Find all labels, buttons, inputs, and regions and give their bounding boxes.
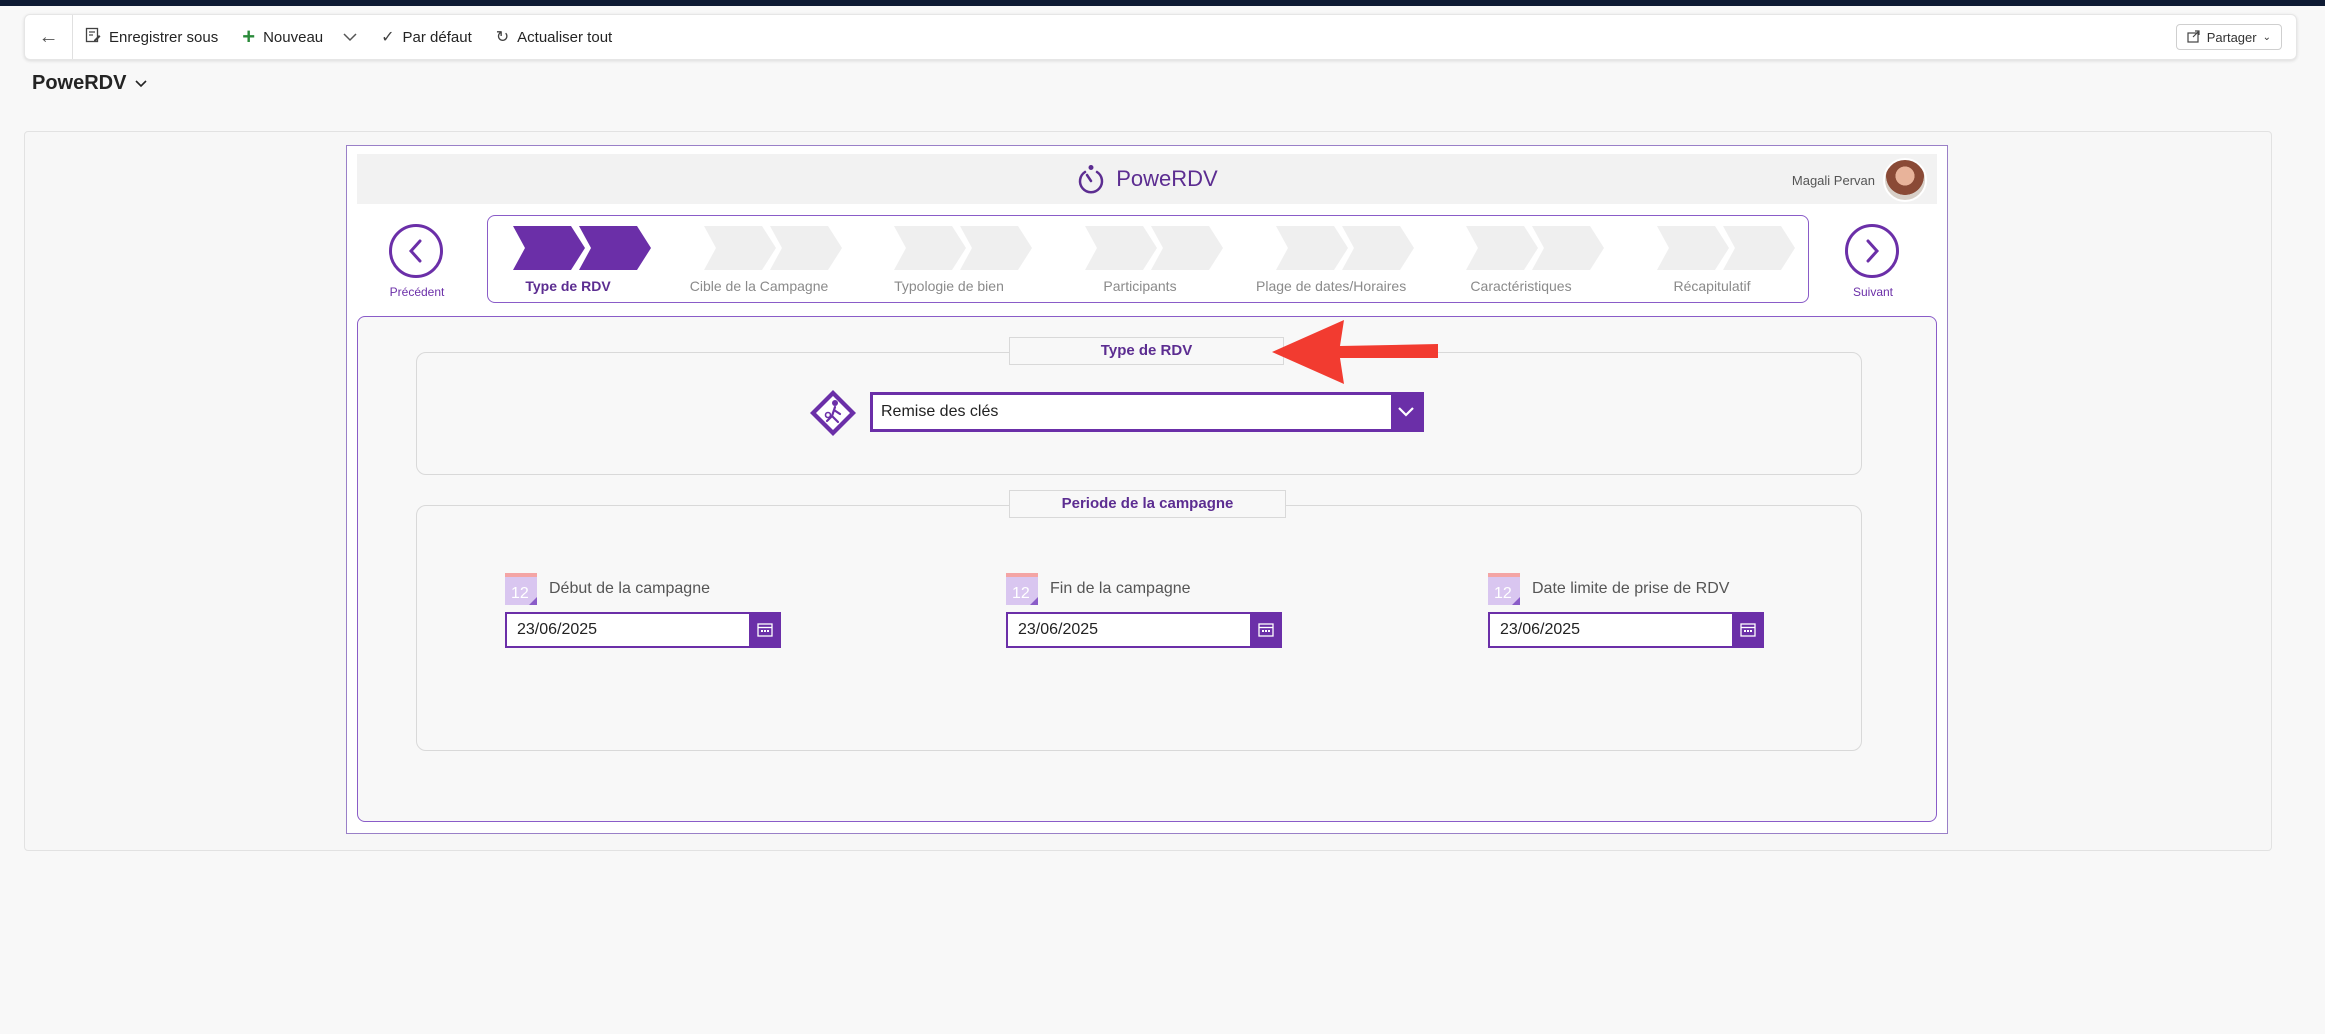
step-chevrons-icon — [1466, 226, 1604, 270]
end-date-label: Fin de la campagne — [1050, 580, 1191, 597]
step-label: Participants — [1103, 278, 1177, 294]
stopwatch-icon — [1079, 165, 1104, 194]
date-picker-button[interactable] — [749, 612, 781, 648]
type-section-title: Type de RDV — [1009, 337, 1284, 365]
app-name: PoweRDV — [32, 72, 127, 94]
step-chevrons-icon — [1657, 226, 1795, 270]
brand: PoweRDV — [1076, 164, 1218, 194]
avatar — [1883, 158, 1927, 202]
start-date-label: Début de la campagne — [549, 580, 710, 597]
start-date-input[interactable]: 23/06/2025 — [505, 612, 781, 648]
step-cible[interactable]: Cible de la Campagne — [684, 216, 842, 304]
step-caracteristiques[interactable]: Caractéristiques — [1446, 216, 1604, 304]
period-section-title: Periode de la campagne — [1009, 490, 1286, 518]
user-name: Magali Pervan — [1791, 172, 1875, 188]
share-button[interactable]: Partager ⌄ — [2175, 24, 2282, 50]
refresh-all-button[interactable]: ↻ Actualiser tout — [484, 15, 624, 59]
chevron-down-icon — [134, 76, 148, 92]
chevron-down-icon[interactable] — [1391, 395, 1421, 429]
annotation-arrow-icon — [1272, 320, 1438, 384]
next-label: Suivant — [1852, 285, 1894, 299]
calendar-glyph: 12 — [511, 585, 529, 602]
step-plage-dates[interactable]: Plage de dates/Horaires — [1256, 216, 1414, 304]
app-name-switcher[interactable]: PoweRDV — [32, 72, 148, 95]
step-chevrons-icon — [1085, 226, 1223, 270]
new-button[interactable]: + Nouveau — [230, 15, 369, 59]
step-typologie[interactable]: Typologie de bien — [874, 216, 1032, 304]
deadline-input[interactable]: 23/06/2025 — [1488, 612, 1764, 648]
date-picker-button[interactable] — [1732, 612, 1764, 648]
back-button[interactable]: ← — [25, 15, 73, 59]
end-date-label-row: 12 Fin de la campagne — [1006, 573, 1191, 605]
start-date-value: 23/06/2025 — [517, 621, 598, 638]
chevron-down-icon[interactable] — [343, 30, 357, 45]
step-label: Récapitulatif — [1673, 278, 1751, 294]
deadline-label-row: 12 Date limite de prise de RDV — [1488, 573, 1729, 605]
deadline-label: Date limite de prise de RDV — [1532, 580, 1730, 597]
step-chevrons-icon — [704, 226, 842, 270]
share-chevron-icon: ⌄ — [2262, 31, 2271, 43]
calendar-glyph: 12 — [1494, 585, 1512, 602]
brand-name: PoweRDV — [1116, 166, 1218, 191]
chevron-right-icon — [1866, 239, 1880, 263]
rdv-type-dropdown[interactable]: Remise des clés — [870, 392, 1424, 432]
chevron-left-icon — [408, 239, 422, 263]
user-info: Magali Pervan — [1792, 158, 1927, 202]
step-chevrons-icon — [1276, 226, 1414, 270]
next-button[interactable] — [1845, 224, 1899, 278]
top-header-strip — [0, 0, 2325, 6]
end-date-value: 23/06/2025 — [1018, 621, 1099, 638]
share-label: Partager — [2206, 29, 2257, 45]
new-label: Nouveau — [263, 28, 324, 46]
save-as-icon — [85, 27, 101, 48]
refresh-icon: ↻ — [495, 29, 510, 46]
rdv-type-value: Remise des clés — [881, 403, 999, 420]
previous-button[interactable] — [389, 224, 443, 278]
deadline-value: 23/06/2025 — [1500, 621, 1581, 638]
calendar-icon — [1740, 623, 1756, 637]
calendar-icon: 12 — [1488, 573, 1520, 605]
step-chevrons-icon — [513, 226, 651, 270]
date-picker-button[interactable] — [1250, 612, 1282, 648]
step-chevrons-icon — [894, 226, 1032, 270]
plus-icon: + — [242, 24, 256, 49]
wizard-steps: Type de RDV Cible de la Campagne Typolog… — [487, 215, 1809, 303]
share-icon — [2187, 29, 2201, 46]
previous-label: Précédent — [389, 285, 445, 299]
step-label: Plage de dates/Horaires — [1256, 278, 1407, 294]
start-date-label-row: 12 Début de la campagne — [505, 573, 710, 605]
step-label: Cible de la Campagne — [689, 278, 829, 294]
step-label: Caractéristiques — [1470, 278, 1572, 294]
command-bar: ← Enregistrer sous + Nouveau ✓ Par défau… — [24, 14, 2297, 60]
checkmark-icon: ✓ — [381, 29, 395, 46]
step-label: Typologie de bien — [894, 278, 1004, 294]
key-handover-icon — [810, 390, 856, 436]
app-header: PoweRDV Magali Pervan — [357, 154, 1937, 204]
calendar-icon — [1258, 623, 1274, 637]
step-label: Type de RDV — [525, 278, 611, 294]
calendar-glyph: 12 — [1012, 585, 1030, 602]
default-label: Par défaut — [402, 28, 472, 46]
default-button[interactable]: ✓ Par défaut — [369, 15, 484, 59]
back-arrow-icon: ← — [38, 25, 59, 48]
refresh-all-label: Actualiser tout — [517, 28, 613, 46]
save-as-button[interactable]: Enregistrer sous — [73, 15, 230, 59]
calendar-icon: 12 — [1006, 573, 1038, 605]
save-as-label: Enregistrer sous — [109, 28, 219, 46]
step-participants[interactable]: Participants — [1065, 216, 1223, 304]
end-date-input[interactable]: 23/06/2025 — [1006, 612, 1282, 648]
calendar-icon: 12 — [505, 573, 537, 605]
step-recapitulatif[interactable]: Récapitulatif — [1637, 216, 1795, 304]
calendar-icon — [757, 623, 773, 637]
step-type-de-rdv[interactable]: Type de RDV — [493, 216, 651, 304]
